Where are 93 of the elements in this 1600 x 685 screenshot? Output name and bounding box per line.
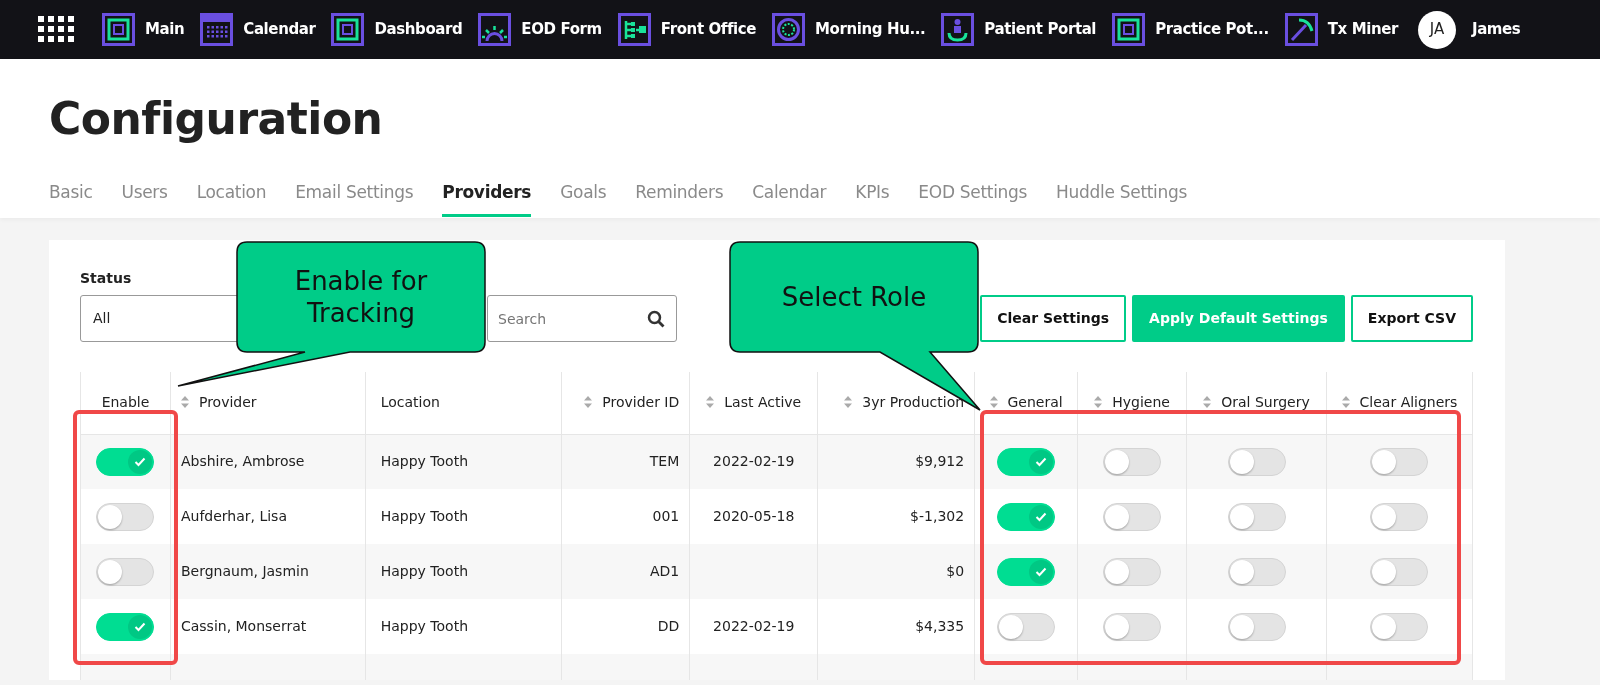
check-icon bbox=[1035, 511, 1048, 522]
column-header[interactable]: Provider ID bbox=[561, 372, 690, 434]
toggle-switch[interactable] bbox=[997, 447, 1056, 476]
nav-link[interactable]: Dashboard bbox=[331, 13, 463, 46]
flowchart-icon bbox=[617, 13, 651, 46]
table-cell-text: $-1,302 bbox=[910, 508, 965, 524]
table-cell-text: 001 bbox=[652, 508, 680, 524]
toggle-switch[interactable] bbox=[1103, 612, 1162, 641]
column-header[interactable]: Last Active bbox=[689, 372, 818, 434]
sort-icon[interactable] bbox=[989, 396, 998, 409]
toggle-switch[interactable] bbox=[1370, 612, 1429, 641]
toggle-switch[interactable] bbox=[1227, 502, 1286, 531]
toggle-switch[interactable] bbox=[1103, 502, 1162, 531]
toggle-switch[interactable] bbox=[1370, 557, 1429, 586]
table-cell-text: Cassin, Monserrat bbox=[180, 618, 307, 634]
sort-icon[interactable] bbox=[584, 396, 593, 409]
tab[interactable]: Huddle Settings bbox=[1056, 179, 1188, 217]
user-name[interactable]: James bbox=[1471, 18, 1521, 41]
search-icon bbox=[647, 310, 665, 328]
table-cell-text: $0 bbox=[946, 563, 965, 579]
sort-icon[interactable] bbox=[1094, 396, 1103, 409]
toggle-switch[interactable] bbox=[96, 447, 155, 476]
tab[interactable]: Calendar bbox=[752, 179, 827, 217]
sort-icon[interactable] bbox=[844, 396, 853, 409]
toggle-switch[interactable] bbox=[1227, 612, 1286, 641]
toggle-switch[interactable] bbox=[1103, 447, 1162, 476]
toggle-switch[interactable] bbox=[997, 557, 1056, 586]
table-cell-text: Happy Tooth bbox=[380, 618, 468, 634]
table-cell-text: Happy Tooth bbox=[380, 563, 468, 579]
sort-icon[interactable] bbox=[1341, 396, 1350, 409]
toggle-switch[interactable] bbox=[997, 612, 1056, 641]
nav-link[interactable]: Front Office bbox=[617, 13, 757, 46]
square-icon bbox=[102, 13, 135, 46]
check-icon bbox=[134, 456, 147, 467]
column-header: Enable bbox=[80, 372, 171, 434]
toggle-switch[interactable] bbox=[1227, 557, 1286, 586]
search-field[interactable]: Search bbox=[487, 295, 677, 342]
toggle-switch[interactable] bbox=[1227, 447, 1286, 476]
table-cell-text: Abshire, Ambrose bbox=[180, 453, 305, 470]
pickaxe-icon bbox=[1284, 13, 1318, 46]
check-icon bbox=[1035, 566, 1048, 577]
column-header[interactable]: Hygiene bbox=[1077, 372, 1187, 434]
sort-icon[interactable] bbox=[1203, 396, 1212, 409]
toggle-switch[interactable] bbox=[1370, 447, 1429, 476]
square-icon bbox=[1112, 13, 1146, 46]
nav-link[interactable]: Practice Pot... bbox=[1112, 13, 1269, 46]
table-cell-text: Happy Tooth bbox=[380, 453, 468, 470]
table-cell-text: 2022-02-19 bbox=[713, 618, 795, 634]
sort-icon[interactable] bbox=[180, 396, 189, 409]
table-cell-text: $4,335 bbox=[915, 618, 965, 634]
callout-text: Select Role bbox=[781, 280, 927, 314]
tab[interactable]: Email Settings bbox=[295, 179, 414, 217]
toggle-switch[interactable] bbox=[96, 502, 155, 531]
toggle-switch[interactable] bbox=[96, 612, 155, 641]
nav-link[interactable]: EOD Form bbox=[478, 13, 602, 46]
nav-link[interactable]: Calendar bbox=[200, 13, 316, 46]
toggle-switch[interactable] bbox=[1103, 557, 1162, 586]
nav-link[interactable]: Tx Miner bbox=[1284, 13, 1398, 46]
check-icon bbox=[134, 621, 147, 632]
table-cell-text: 2022-02-19 bbox=[713, 453, 795, 470]
table-cell-text: Bergnaum, Jasmin bbox=[180, 563, 309, 579]
tab[interactable]: Providers bbox=[442, 179, 532, 217]
column-header[interactable]: Oral Surgery bbox=[1186, 372, 1327, 434]
user-avatar[interactable]: JA bbox=[1417, 10, 1456, 49]
action-button[interactable]: Clear Settings bbox=[980, 295, 1127, 342]
table-cell-text: Aufderhar, Lisa bbox=[180, 508, 287, 524]
table-cell-text: $9,912 bbox=[915, 453, 965, 470]
tab[interactable]: Location bbox=[196, 179, 267, 217]
table-cell-text: TEM bbox=[649, 453, 680, 470]
page-title: Configuration bbox=[49, 97, 384, 141]
sunrise-icon bbox=[478, 13, 512, 46]
check-icon bbox=[1035, 456, 1048, 467]
table-cell-text: AD1 bbox=[650, 563, 680, 579]
nav-link[interactable]: Patient Portal bbox=[941, 13, 1097, 46]
column-header: Location bbox=[365, 372, 562, 434]
callout-text: Enable for Tracking bbox=[293, 264, 429, 330]
nav-link[interactable]: Main bbox=[102, 13, 185, 46]
square-icon bbox=[331, 13, 365, 46]
person-icon bbox=[941, 13, 975, 46]
tab[interactable]: EOD Settings bbox=[918, 179, 1028, 217]
action-button[interactable]: Export CSV bbox=[1350, 295, 1473, 342]
table-cell-text: DD bbox=[657, 618, 680, 634]
field-label: Status bbox=[80, 269, 132, 288]
sort-icon[interactable] bbox=[706, 396, 715, 409]
table-cell-text: 2020-05-18 bbox=[713, 508, 795, 524]
calendar-icon bbox=[200, 13, 234, 46]
table-cell-text: Happy Tooth bbox=[380, 508, 468, 524]
toggle-switch[interactable] bbox=[96, 557, 155, 586]
column-header[interactable]: Clear Aligners bbox=[1326, 372, 1473, 434]
nav-link[interactable]: Morning Hu... bbox=[772, 13, 926, 46]
toggle-switch[interactable] bbox=[1370, 502, 1429, 531]
toggle-switch[interactable] bbox=[997, 502, 1056, 531]
app-grid-icon[interactable] bbox=[38, 16, 74, 43]
